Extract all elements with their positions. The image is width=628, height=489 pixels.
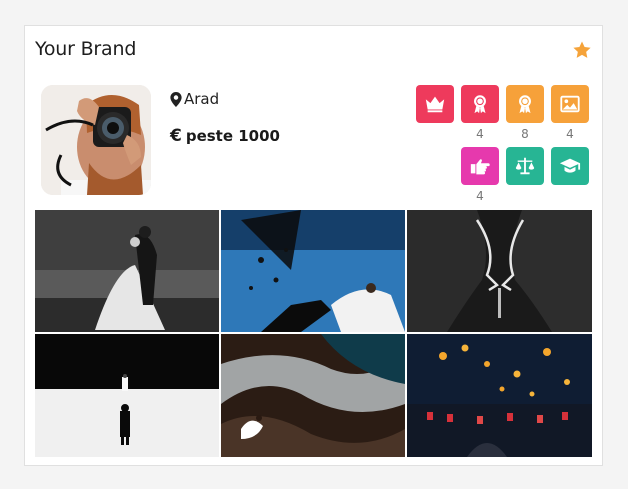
badge-crown[interactable] [416, 85, 454, 123]
gallery-photo[interactable] [221, 210, 405, 332]
hand-pointing-icon [470, 159, 490, 175]
avatar[interactable] [41, 85, 151, 195]
badge-award-1[interactable] [461, 85, 499, 123]
badge-scales[interactable] [506, 147, 544, 185]
gallery-photo[interactable] [35, 210, 219, 332]
location-text: Arad [184, 90, 220, 108]
price: € peste 1000 [170, 126, 280, 146]
badge-hand[interactable] [461, 147, 499, 185]
gallery-photo[interactable] [221, 334, 405, 457]
badge-graduation[interactable] [551, 147, 589, 185]
badge-award-2[interactable] [506, 85, 544, 123]
photo-gallery [35, 210, 592, 457]
scales-icon [515, 157, 535, 175]
badge-count: 8 [521, 127, 529, 141]
gallery-photo[interactable] [35, 334, 219, 457]
gallery-photo[interactable] [407, 210, 592, 332]
map-marker-icon [170, 91, 182, 107]
badge-count: 4 [476, 189, 484, 203]
crown-icon [425, 96, 445, 113]
card-title: Your Brand [35, 38, 137, 60]
star-icon[interactable] [572, 40, 592, 60]
vendor-info: Arad € peste 1000 [170, 90, 280, 146]
graduation-cap-icon [559, 158, 581, 173]
badge-count: 4 [566, 127, 574, 141]
award-ribbon-icon [474, 95, 486, 114]
euro-icon: € [170, 126, 182, 146]
badge-image[interactable] [551, 85, 589, 123]
location: Arad [170, 90, 280, 108]
badge-count: 4 [476, 127, 484, 141]
image-icon [560, 95, 580, 113]
vendor-card: Your Brand Arad € peste 1000 4 8 4 4 [24, 25, 603, 466]
price-text: peste 1000 [185, 127, 280, 145]
award-ribbon-icon [519, 95, 531, 114]
gallery-photo[interactable] [407, 334, 592, 457]
